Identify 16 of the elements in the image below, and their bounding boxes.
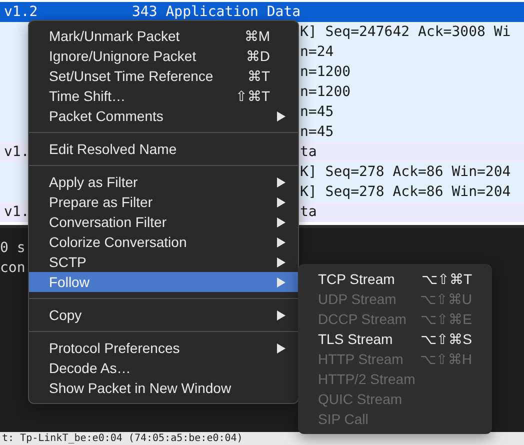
packet-cell: v1.2 (4, 4, 38, 20)
packet-cell: K] Seq=278 Ack=86 Win=204 (300, 164, 511, 180)
packet-cell: n=45 (300, 104, 334, 120)
detail-line: con (0, 259, 26, 278)
packet-cell: v1. (4, 144, 30, 160)
packet-cell: n=24 (300, 44, 334, 60)
packet-cell: 343 Application Data (132, 4, 301, 20)
packet-cell: v1. (4, 204, 30, 220)
packet-cell: n=1200 (300, 64, 351, 80)
packet-cell: ta (300, 204, 317, 220)
packet-cell: K] Seq=278 Ack=86 Win=204 (300, 184, 511, 200)
packet-cell: ta (300, 144, 317, 160)
packet-cell: n=45 (300, 124, 334, 140)
detail-line: 0 s (0, 239, 26, 258)
packet-cell: n=1200 (300, 84, 351, 100)
packet-cell: K] Seq=247642 Ack=3008 Wi (300, 24, 511, 40)
